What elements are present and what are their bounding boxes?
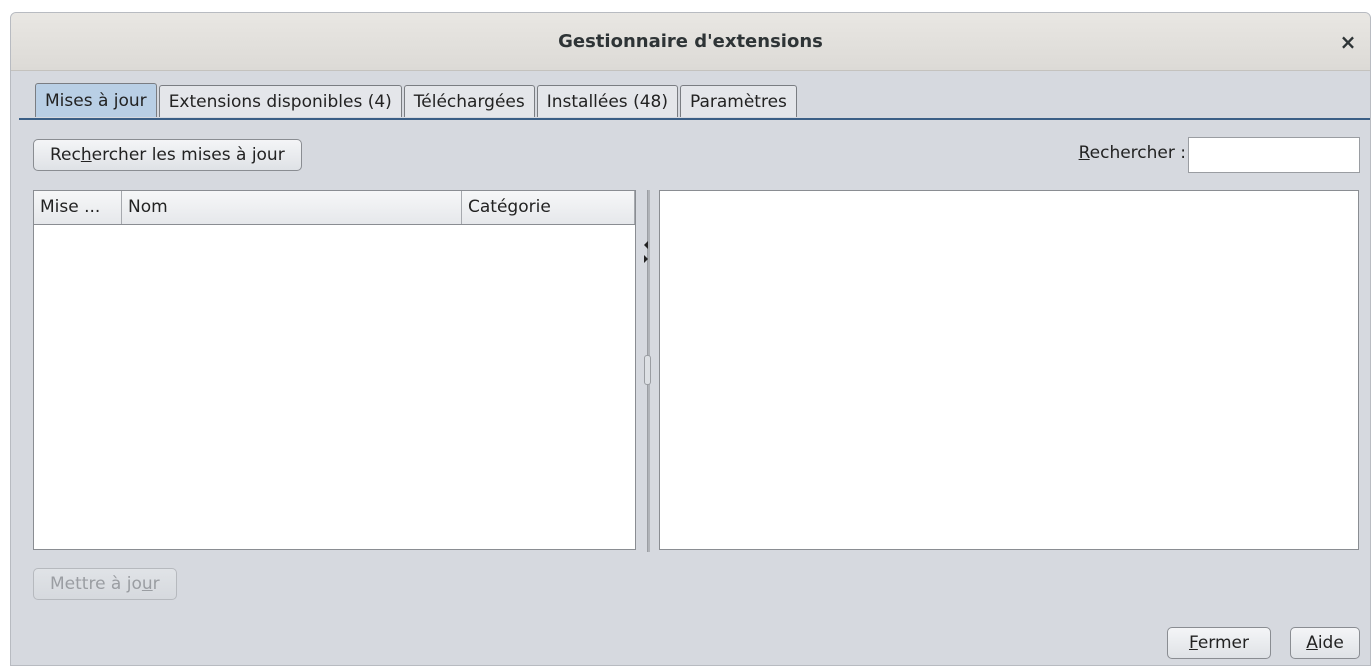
grip-icon[interactable] [644, 355, 651, 385]
table-header: Mise ... Nom Catégorie [34, 191, 635, 225]
tab-installed[interactable]: Installées (48) [536, 85, 678, 117]
column-header-category[interactable]: Catégorie [462, 191, 635, 224]
column-header-update[interactable]: Mise ... [34, 191, 122, 224]
tab-downloaded[interactable]: Téléchargées [403, 85, 535, 117]
details-panel [659, 190, 1359, 550]
tab-available-extensions[interactable]: Extensions disponibles (4) [158, 85, 402, 117]
extension-manager-dialog: Gestionnaire d'extensions × Mises à jour… [10, 12, 1371, 666]
tab-updates[interactable]: Mises à jour [35, 83, 157, 117]
updates-table: Mise ... Nom Catégorie [33, 190, 636, 550]
search-label: Rechercher : [1078, 143, 1186, 163]
close-icon[interactable]: × [1334, 28, 1362, 56]
dialog-title: Gestionnaire d'extensions [558, 31, 823, 52]
tab-bar: Mises à jour Extensions disponibles (4) … [35, 83, 799, 119]
column-header-name[interactable]: Nom [122, 191, 462, 224]
arrow-left-icon[interactable] [644, 241, 648, 249]
title-bar: Gestionnaire d'extensions × [11, 13, 1370, 71]
close-button[interactable]: Fermer [1167, 627, 1271, 659]
tab-settings[interactable]: Paramètres [679, 85, 797, 117]
tab-divider [19, 118, 1370, 120]
check-updates-button[interactable]: Rechercher les mises à jour [33, 139, 302, 171]
split-pane-divider[interactable] [642, 190, 654, 552]
update-button[interactable]: Mettre à jour [33, 568, 177, 600]
arrow-right-icon[interactable] [644, 255, 648, 263]
search-input[interactable] [1188, 137, 1360, 173]
help-button[interactable]: Aide [1290, 627, 1360, 659]
